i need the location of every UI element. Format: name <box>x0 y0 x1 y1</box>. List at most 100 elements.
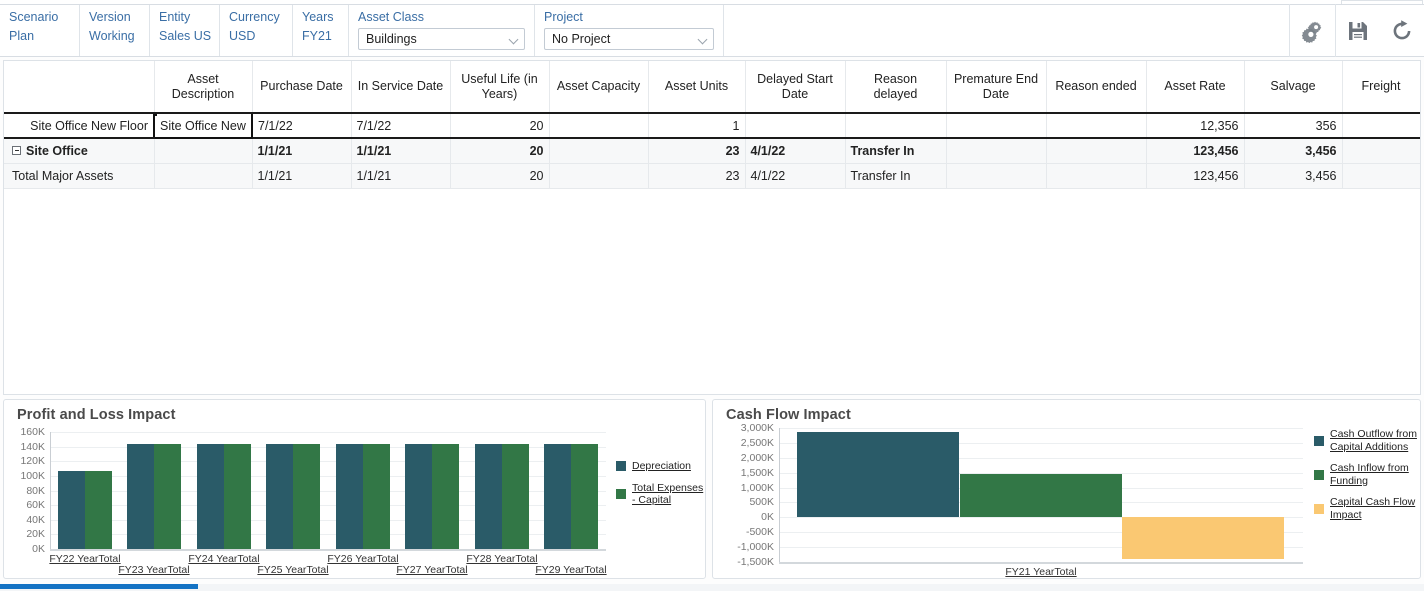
legend-item[interactable]: Capital Cash Flow Impact <box>1314 496 1418 521</box>
cell-salvage[interactable]: 3,456 <box>1244 138 1343 164</box>
x-axis-tick-label[interactable]: FY25 YearTotal <box>257 564 328 576</box>
col-asset-description[interactable]: Asset Description <box>154 61 253 114</box>
bar[interactable] <box>571 444 598 549</box>
pov-entity-value[interactable]: Sales US <box>159 27 211 46</box>
asset-grid-container[interactable]: Asset Description Purchase Date In Servi… <box>3 60 1421 395</box>
col-salvage[interactable]: Salvage <box>1244 61 1343 114</box>
cell-premature-end-date[interactable] <box>946 138 1047 164</box>
bar[interactable] <box>197 444 224 549</box>
col-asset-capacity[interactable]: Asset Capacity <box>549 61 649 114</box>
cell-reason-delayed[interactable] <box>845 113 947 139</box>
legend-item[interactable]: Cash Inflow from Funding <box>1314 462 1418 487</box>
cell-premature-end-date[interactable] <box>946 113 1047 139</box>
col-purchase-date[interactable]: Purchase Date <box>252 61 352 114</box>
table-row[interactable]: Site Office 1/1/21 1/1/21 20 23 4/1/22 T… <box>4 138 1420 164</box>
col-asset-rate[interactable]: Asset Rate <box>1146 61 1245 114</box>
bar[interactable] <box>960 474 1122 517</box>
cell-asset-description[interactable] <box>154 163 253 189</box>
pov-currency[interactable]: Currency USD <box>220 5 293 56</box>
cell-reason-ended[interactable] <box>1046 163 1147 189</box>
cell-delayed-start-date[interactable] <box>745 113 846 139</box>
cell-delayed-start-date[interactable]: 4/1/22 <box>745 163 846 189</box>
save-button[interactable] <box>1336 4 1380 57</box>
row-header-total-major-assets[interactable]: Total Major Assets <box>4 163 155 189</box>
col-asset-units[interactable]: Asset Units <box>648 61 746 114</box>
bar[interactable] <box>154 444 181 549</box>
cell-reason-ended[interactable] <box>1046 113 1147 139</box>
x-axis-tick-label[interactable]: FY23 YearTotal <box>118 564 189 576</box>
bar[interactable] <box>544 444 571 549</box>
x-axis-tick-label[interactable]: FY24 YearTotal <box>188 553 259 565</box>
table-row[interactable]: Total Major Assets 1/1/21 1/1/21 20 23 4… <box>4 163 1420 189</box>
cell-in-service-date[interactable]: 1/1/21 <box>351 138 451 164</box>
legend-label[interactable]: Capital Cash Flow Impact <box>1330 496 1418 521</box>
cell-delayed-start-date[interactable]: 4/1/22 <box>745 138 846 164</box>
col-in-service-date[interactable]: In Service Date <box>351 61 451 114</box>
settings-gear-button[interactable] <box>1289 4 1335 57</box>
x-axis-tick-label[interactable]: FY29 YearTotal <box>535 564 606 576</box>
legend-item[interactable]: Depreciation <box>616 460 704 473</box>
cell-asset-capacity[interactable] <box>549 113 649 139</box>
col-delayed-start-date[interactable]: Delayed Start Date <box>745 61 846 114</box>
legend-label[interactable]: Cash Outflow from Capital Additions <box>1330 428 1418 453</box>
bar[interactable] <box>1122 517 1284 559</box>
cell-in-service-date[interactable]: 7/1/22 <box>351 113 451 139</box>
cell-in-service-date[interactable]: 1/1/21 <box>351 163 451 189</box>
table-row[interactable]: Site Office New Floor Site Office New 7/… <box>4 112 1420 139</box>
cell-reason-ended[interactable] <box>1046 138 1147 164</box>
cell-asset-capacity[interactable] <box>549 138 649 164</box>
cell-useful-life[interactable]: 20 <box>450 163 550 189</box>
x-axis-tick-label[interactable]: FY21 YearTotal <box>1005 566 1076 578</box>
asset-class-dropdown[interactable]: Buildings <box>358 28 525 50</box>
cell-purchase-date[interactable]: 1/1/21 <box>252 138 352 164</box>
bar[interactable] <box>502 444 529 549</box>
col-reason-delayed[interactable]: Reason delayed <box>845 61 947 114</box>
pov-scenario[interactable]: Scenario Plan <box>0 5 80 56</box>
cell-useful-life[interactable]: 20 <box>450 113 550 139</box>
legend-label[interactable]: Cash Inflow from Funding <box>1330 462 1418 487</box>
cell-useful-life[interactable]: 20 <box>450 138 550 164</box>
legend-item[interactable]: Cash Outflow from Capital Additions <box>1314 428 1418 453</box>
pov-version[interactable]: Version Working <box>80 5 150 56</box>
x-axis-tick-label[interactable]: FY22 YearTotal <box>49 553 120 565</box>
profit-loss-impact-chart[interactable]: 160K 140K 120K 100K 80K 60K 40K 20K 0K FY22 YearT… <box>4 400 707 580</box>
cell-freight[interactable] <box>1342 113 1420 139</box>
row-header-site-office[interactable]: Site Office <box>4 138 155 164</box>
cell-asset-capacity[interactable] <box>549 163 649 189</box>
cell-reason-delayed[interactable]: Transfer In <box>845 163 947 189</box>
cell-asset-description[interactable]: Site Office New <box>153 112 253 139</box>
cell-asset-description[interactable] <box>154 138 253 164</box>
cell-asset-units[interactable]: 1 <box>648 113 746 139</box>
col-freight[interactable]: Freight <box>1342 61 1420 114</box>
bar[interactable] <box>405 444 432 549</box>
bar[interactable] <box>127 444 154 549</box>
cell-asset-rate[interactable]: 123,456 <box>1146 163 1245 189</box>
cell-asset-rate[interactable]: 123,456 <box>1146 138 1245 164</box>
bar[interactable] <box>336 444 363 549</box>
bar[interactable] <box>266 444 293 549</box>
pov-years[interactable]: Years FY21 <box>293 5 349 56</box>
pov-version-value[interactable]: Working <box>89 27 140 46</box>
col-reason-ended[interactable]: Reason ended <box>1046 61 1147 114</box>
bar[interactable] <box>475 444 502 549</box>
refresh-button[interactable] <box>1380 4 1424 57</box>
cell-asset-units[interactable]: 23 <box>648 163 746 189</box>
cell-reason-delayed[interactable]: Transfer In <box>845 138 947 164</box>
pov-currency-value[interactable]: USD <box>229 27 283 46</box>
legend-item[interactable]: Total Expenses - Capital <box>616 482 704 507</box>
legend-label[interactable]: Depreciation <box>632 460 691 473</box>
cell-freight[interactable] <box>1342 163 1420 189</box>
pov-entity[interactable]: Entity Sales US <box>150 5 220 56</box>
x-axis-tick-label[interactable]: FY28 YearTotal <box>466 553 537 565</box>
cell-purchase-date[interactable]: 7/1/22 <box>252 113 352 139</box>
bar[interactable] <box>363 444 390 549</box>
col-premature-end-date[interactable]: Premature End Date <box>946 61 1047 114</box>
bar[interactable] <box>58 471 85 549</box>
cell-freight[interactable] <box>1342 138 1420 164</box>
collapse-minus-icon[interactable] <box>12 145 21 155</box>
bar[interactable] <box>432 444 459 549</box>
cell-premature-end-date[interactable] <box>946 163 1047 189</box>
cell-asset-rate[interactable]: 12,356 <box>1146 113 1245 139</box>
project-dropdown[interactable]: No Project <box>544 28 714 50</box>
cell-asset-units[interactable]: 23 <box>648 138 746 164</box>
